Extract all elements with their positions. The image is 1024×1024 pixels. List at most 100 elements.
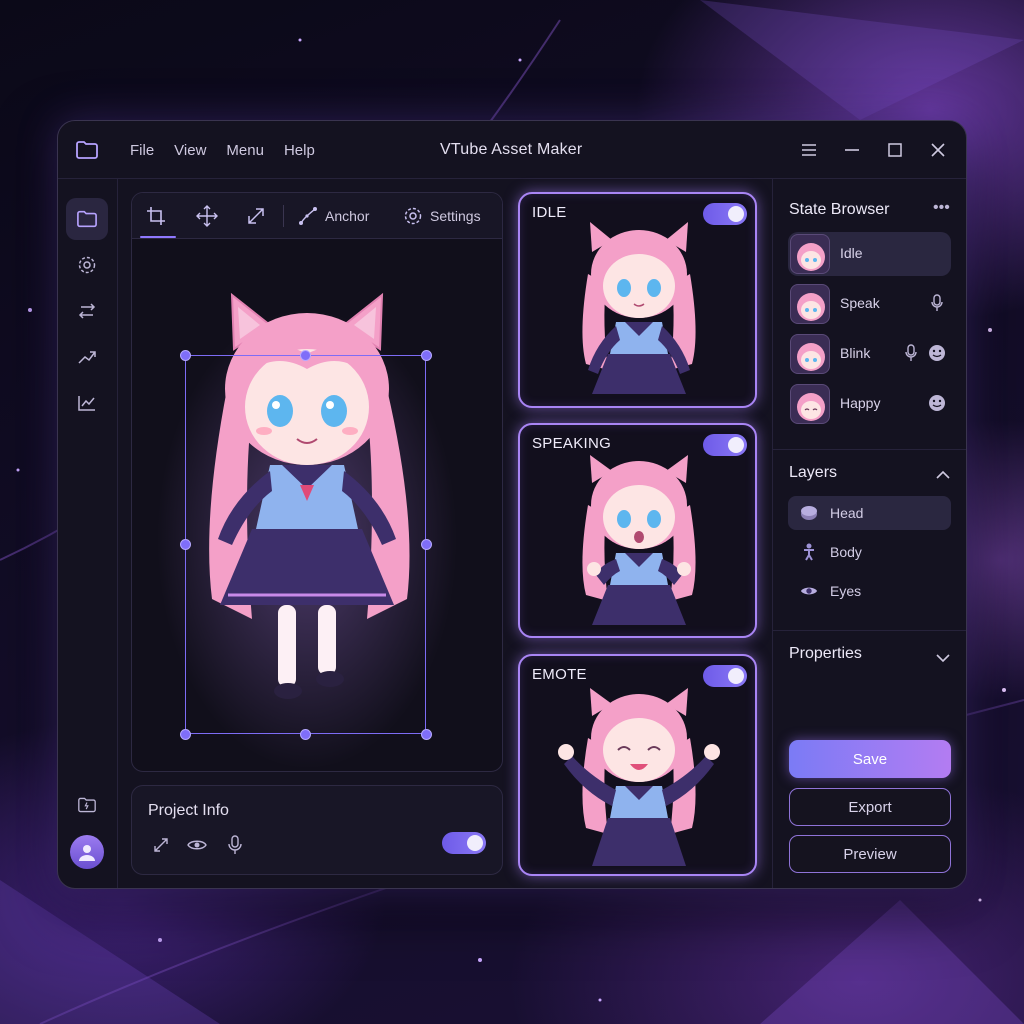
app-title: VTube Asset Maker bbox=[440, 141, 583, 158]
state-thumbnail bbox=[790, 334, 830, 374]
line-chart-icon bbox=[78, 396, 95, 411]
gear-icon bbox=[404, 207, 422, 225]
resize-handle-bottom[interactable] bbox=[300, 729, 311, 740]
menu-help[interactable]: Help bbox=[284, 142, 315, 159]
state-thumbnail bbox=[790, 284, 830, 324]
state-name: Idle bbox=[840, 245, 863, 261]
anchor-path-icon bbox=[299, 207, 317, 225]
resize-handle-left[interactable] bbox=[180, 539, 191, 550]
layer-name: Head bbox=[830, 505, 864, 521]
rail-quick-folder-button[interactable] bbox=[66, 784, 108, 826]
chevron-up-icon[interactable] bbox=[936, 467, 950, 485]
layer-name: Eyes bbox=[830, 583, 862, 599]
section-divider bbox=[773, 449, 966, 450]
close-icon[interactable] bbox=[928, 140, 948, 160]
folder-bolt-icon bbox=[78, 797, 96, 813]
state-row-blink[interactable]: Blink bbox=[788, 332, 951, 376]
state-name: Blink bbox=[840, 345, 871, 361]
menu-bar: File View Menu Help bbox=[130, 142, 335, 159]
menu-file[interactable]: File bbox=[130, 142, 154, 159]
smiley-icon bbox=[928, 394, 946, 412]
resize-handle-bottom-right[interactable] bbox=[421, 729, 432, 740]
state-card-idle[interactable]: IDLE bbox=[518, 192, 757, 408]
layer-row-body[interactable]: Body bbox=[788, 535, 951, 569]
layers-title: Layers bbox=[789, 464, 838, 481]
layer-row-head[interactable]: Head bbox=[788, 496, 951, 530]
hamburger-menu-icon[interactable] bbox=[799, 140, 819, 160]
chevron-down-icon[interactable] bbox=[936, 650, 950, 668]
resize-handle-bottom-left[interactable] bbox=[180, 729, 191, 740]
person-icon bbox=[800, 543, 818, 561]
anchor-tool[interactable]: Anchor bbox=[298, 205, 369, 227]
project-info-title: Project Info bbox=[148, 802, 229, 819]
active-tool-indicator bbox=[140, 236, 176, 238]
user-avatar[interactable] bbox=[70, 835, 104, 869]
state-card-speaking[interactable]: SPEAKING bbox=[518, 423, 757, 638]
mic-icon[interactable] bbox=[224, 834, 246, 856]
save-button[interactable]: Save bbox=[789, 740, 951, 778]
resize-handle-top-right[interactable] bbox=[421, 350, 432, 361]
project-info-panel: Project Info bbox=[131, 785, 503, 875]
state-browser-title: State Browser bbox=[789, 201, 890, 218]
resize-handle-top-left[interactable] bbox=[180, 350, 191, 361]
editor-panel: Anchor Settings bbox=[131, 192, 503, 772]
editor-canvas[interactable] bbox=[132, 239, 502, 771]
state-row-idle[interactable]: Idle bbox=[788, 232, 951, 276]
state-name: Speak bbox=[840, 295, 880, 311]
minimize-icon[interactable] bbox=[842, 140, 862, 160]
state-row-speak[interactable]: Speak bbox=[788, 282, 951, 326]
folder-icon bbox=[77, 210, 97, 228]
more-options-icon[interactable]: ••• bbox=[933, 199, 950, 217]
idle-character-preview bbox=[582, 222, 696, 394]
expand-icon[interactable] bbox=[150, 834, 172, 856]
rail-swap-button[interactable] bbox=[66, 290, 108, 332]
right-sidebar: State Browser ••• Idle Speak Blink Happy… bbox=[772, 179, 966, 888]
title-bar: File View Menu Help VTube Asset Maker bbox=[58, 121, 966, 179]
rail-folder-button[interactable] bbox=[66, 198, 108, 240]
move-icon bbox=[196, 205, 218, 227]
selection-bounding-box[interactable] bbox=[185, 355, 426, 734]
layer-name: Body bbox=[830, 544, 862, 560]
rail-trend-button[interactable] bbox=[66, 336, 108, 378]
smiley-icon bbox=[928, 344, 946, 362]
move-tool[interactable] bbox=[196, 205, 218, 227]
crop-tool[interactable] bbox=[146, 205, 166, 227]
user-icon bbox=[79, 845, 95, 861]
settings-tool[interactable]: Settings bbox=[403, 205, 481, 227]
menu-menu[interactable]: Menu bbox=[226, 142, 264, 159]
rail-settings-button[interactable] bbox=[66, 244, 108, 286]
trend-up-icon bbox=[78, 351, 96, 364]
menu-view[interactable]: View bbox=[174, 142, 206, 159]
mic-icon bbox=[902, 344, 920, 362]
left-rail bbox=[58, 179, 118, 888]
speaking-character-preview bbox=[582, 455, 696, 625]
mic-icon bbox=[928, 294, 946, 312]
resize-handle-right[interactable] bbox=[421, 539, 432, 550]
editor-toolbar: Anchor Settings bbox=[132, 193, 502, 239]
maximize-icon[interactable] bbox=[885, 140, 905, 160]
folder-icon[interactable] bbox=[75, 138, 99, 162]
app-window: File View Menu Help VTube Asset Maker An… bbox=[57, 120, 967, 889]
head-layer-icon bbox=[800, 504, 818, 522]
swap-arrows-icon bbox=[78, 303, 96, 319]
toolbar-divider bbox=[283, 205, 284, 227]
settings-label: Settings bbox=[430, 208, 481, 224]
rail-chart-button[interactable] bbox=[66, 382, 108, 424]
eye-icon bbox=[800, 582, 818, 600]
crop-icon bbox=[147, 207, 165, 225]
export-button[interactable]: Export bbox=[789, 788, 951, 826]
properties-title: Properties bbox=[789, 645, 862, 662]
project-toggle[interactable] bbox=[442, 832, 486, 854]
preview-button[interactable]: Preview bbox=[789, 835, 951, 873]
scale-tool[interactable] bbox=[246, 205, 266, 227]
state-row-happy[interactable]: Happy bbox=[788, 382, 951, 426]
layer-row-eyes[interactable]: Eyes bbox=[788, 574, 951, 608]
state-name: Happy bbox=[840, 395, 881, 411]
eye-icon[interactable] bbox=[186, 834, 208, 856]
state-thumbnail bbox=[790, 384, 830, 424]
gear-icon bbox=[78, 256, 96, 274]
state-card-emote[interactable]: EMOTE bbox=[518, 654, 757, 876]
resize-handle-top[interactable] bbox=[300, 350, 311, 361]
anchor-label: Anchor bbox=[325, 208, 370, 224]
toggle-knob bbox=[467, 835, 483, 851]
